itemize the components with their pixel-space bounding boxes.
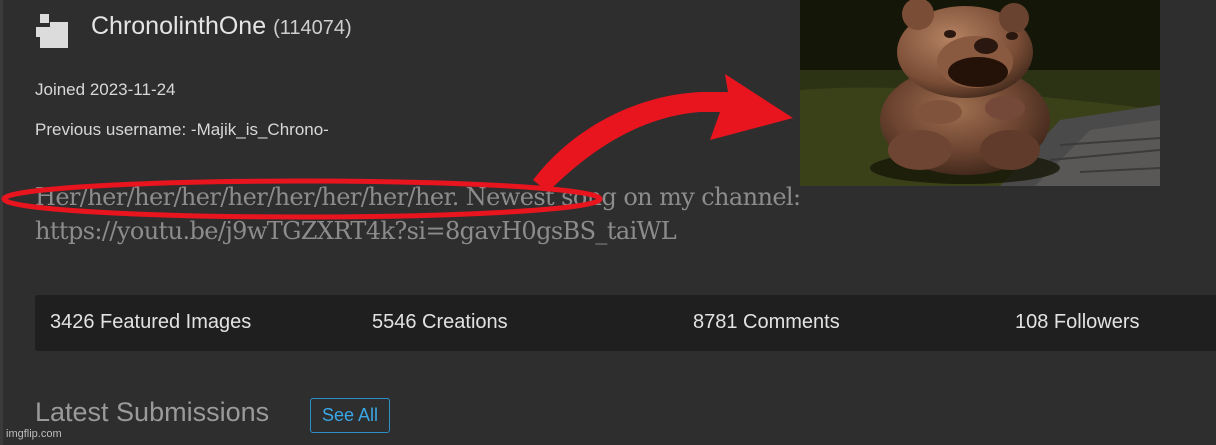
bear-statue-photo xyxy=(800,0,1160,186)
featured-images-stat[interactable]: 3426 Featured Images xyxy=(50,311,251,334)
bio-link-line[interactable]: https://youtu.be/j9wTGZXRT4k?si=8gavH0gs… xyxy=(35,214,1035,248)
red-arrow-annotation xyxy=(533,74,793,192)
left-divider xyxy=(0,0,3,445)
latest-submissions-heading: Latest Submissions xyxy=(35,397,270,427)
profile-bio: Her/her/her/her/her/her/her/her/her. New… xyxy=(35,180,1035,248)
joined-date: Joined 2023-11-24 xyxy=(35,80,176,99)
username-link[interactable]: ChronolinthOne xyxy=(91,12,266,40)
imgflip-watermark: imgflip.com xyxy=(6,428,62,440)
see-all-button[interactable]: See All xyxy=(310,398,390,433)
comments-stat[interactable]: 8781 Comments xyxy=(693,311,840,334)
user-points: (114074) xyxy=(273,17,352,39)
creations-stat[interactable]: 5546 Creations xyxy=(372,311,508,334)
stats-bar: 3426 Featured Images 5546 Creations 8781… xyxy=(35,295,1216,351)
followers-stat[interactable]: 108 Followers xyxy=(1015,311,1140,334)
profile-username-heading: ChronolinthOne (114074) xyxy=(91,12,352,41)
previous-username: Previous username: -Majik_is_Chrono- xyxy=(35,120,329,139)
avatar-icon[interactable] xyxy=(36,14,68,48)
